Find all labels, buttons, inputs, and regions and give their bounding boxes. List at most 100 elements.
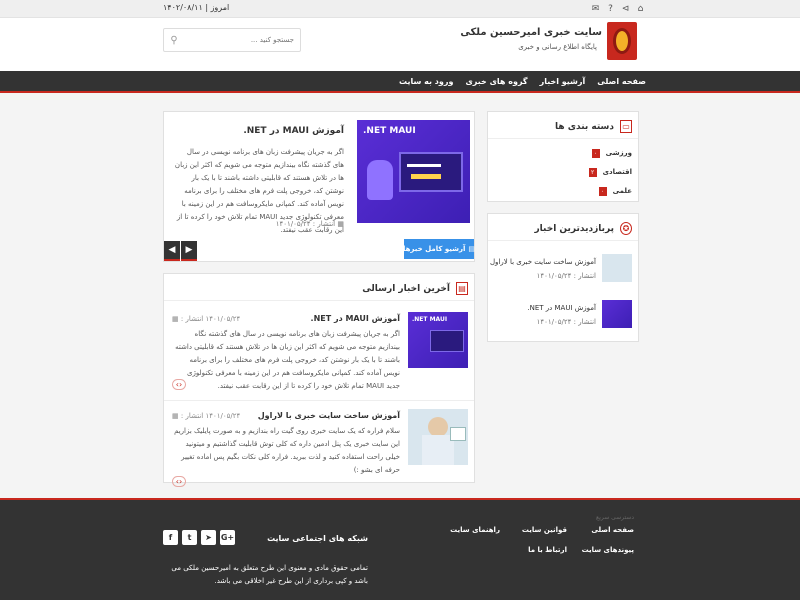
nav-archive[interactable]: آرشیو اخبار [540,77,586,86]
footer-link-home[interactable]: صفحه اصلی [591,526,634,534]
category-label: ورزشی [605,149,632,157]
calendar-icon: ▦ [337,220,344,228]
featured-news: .NET MAUI آموزش MAUI در NET. اگر به جریا… [163,111,475,262]
top-icons: ✉ ? ⊲ ⌂ [590,3,646,14]
next-arrow-icon[interactable]: ▶ [181,241,197,261]
google-plus-icon[interactable]: G+ [220,530,235,545]
copyright-text: تمامی حقوق مادی و معنوی این طرح متعلق به… [171,564,368,585]
popular-thumbnail[interactable] [602,300,632,328]
award-icon: ✪ [620,222,632,235]
category-count-badge: ۲ [588,167,597,177]
category-item-sports[interactable]: ورزشی ۰ [494,144,632,162]
top-bar: ✉ ? ⊲ ⌂ امروز | ۱۴۰۲/۰۸/۱۱ [0,0,800,18]
divider [164,300,474,301]
popular-date-value: ۱۴۰۱/۰۵/۲۴ [536,272,572,280]
home-icon[interactable]: ⌂ [635,3,646,14]
date-label: امروز [210,3,230,12]
site-title[interactable]: سایت خبری امیرحسین ملکی [460,27,602,38]
featured-date-label: انتشار : [312,220,336,228]
footer-link-guide[interactable]: راهنمای سایت [450,526,500,534]
popular-item-date: انتشار : ۱۴۰۱/۰۵/۲۴ [537,272,596,280]
news-date-label: انتشار : [180,315,204,323]
featured-image-text: .NET MAUI [363,126,416,136]
news-excerpt: اگر به جریان پیشرفت زبان های برنامه نویس… [175,330,400,390]
popular-item[interactable]: آموزش ساخت سایت خبری با لاراول انتشار : … [490,254,632,294]
featured-date-value: ۱۴۰۱/۰۵/۲۴ [275,220,311,228]
read-more-icon[interactable]: ‹› [172,379,186,390]
popular-header: ✪ پربازدیدترین اخبار [534,222,632,235]
news-thumbnail[interactable]: .NET MAUI [408,312,468,368]
popular-date-value: ۱۴۰۱/۰۵/۲۴ [536,318,572,326]
slider-arrows: ◀ ▶ [164,241,198,261]
nav-categories[interactable]: گروه های خبری [465,77,527,86]
news-excerpt: سلام فراره که یک سایت خبری روی گیت راه ب… [174,427,400,474]
facebook-icon[interactable]: f [163,530,178,545]
folder-icon: ▭ [620,120,632,133]
category-label: اقتصادی [602,168,632,176]
latest-news: ▤ آخرین اخبار ارسالی .NET MAUI آموزش MAU… [163,273,475,487]
footer-caption: دسترسی سریع [596,514,634,521]
news-date-label: انتشار : [180,412,204,420]
featured-title[interactable]: آموزش MAUI در NET. [243,126,344,136]
main-nav: صفحه اصلی آرشیو اخبار گروه های خبری ورود… [0,71,800,93]
prev-arrow-icon[interactable]: ◀ [164,241,180,261]
nav-login[interactable]: ورود به سایت [399,77,453,86]
popular-item-title[interactable]: آموزش MAUI در NET. [527,304,596,312]
date-separator: | [205,3,209,12]
archive-icon: ▤ [468,245,476,253]
nav-home[interactable]: صفحه اصلی [597,77,646,86]
search-input[interactable] [184,29,300,51]
document-icon: ▤ [456,282,468,295]
help-icon[interactable]: ? [605,3,616,14]
popular-thumbnail[interactable] [602,254,632,282]
latest-header: ▤ آخرین اخبار ارسالی [362,282,468,295]
footer-link-rules[interactable]: قوانین سایت [522,526,567,534]
news-date-value: ۱۴۰۱/۰۵/۲۴ [205,315,241,323]
site-logo[interactable] [607,22,637,60]
mail-icon[interactable]: ✉ [590,3,601,14]
featured-date: ▦ انتشار : ۱۴۰۱/۰۵/۲۴ [276,220,344,228]
site-subtitle: پایگاه اطلاع رسانی و خبری [518,43,597,51]
share-icon[interactable]: ⊲ [620,3,631,14]
popular-date-label: انتشار : [573,272,596,280]
categories-box: ▭ دسته بندی ها ورزشی ۰ اقتصادی ۲ علمی ۰ [487,111,639,202]
popular-news: ✪ پربازدیدترین اخبار آموزش ساخت سایت خبر… [487,213,639,342]
search-box: ⚲ [163,28,301,52]
categories-header: ▭ دسته بندی ها [555,120,632,133]
category-item-economy[interactable]: اقتصادی ۲ [494,163,632,181]
footer-link-partners[interactable]: پیوندهای سایت [582,546,634,554]
social-title: شبکه های اجتماعی سایت [267,534,368,543]
news-thumbnail[interactable] [408,409,468,465]
telegram-icon[interactable]: ➤ [201,530,216,545]
twitter-icon[interactable]: t [182,530,197,545]
news-title[interactable]: آموزش ساخت سایت خبری با لاراول [258,411,400,420]
news-date-value: ۱۴۰۱/۰۵/۲۴ [205,412,241,420]
featured-image[interactable]: .NET MAUI [357,120,470,223]
footer-links: صفحه اصلی قوانین سایت راهنمای سایت پیوند… [434,526,634,566]
news-date: ۱۴۰۱/۰۵/۲۴ انتشار : ▦ [172,315,240,323]
news-item: .NET MAUI آموزش MAUI در NET. ۱۴۰۱/۰۵/۲۴ … [164,304,474,400]
calendar-icon: ▦ [172,412,179,420]
latest-title: آخرین اخبار ارسالی [362,283,450,294]
popular-item-title[interactable]: آموزش ساخت سایت خبری با لاراول [490,258,596,266]
read-more-icon[interactable]: ‹› [172,476,186,487]
popular-item[interactable]: آموزش MAUI در NET. انتشار : ۱۴۰۱/۰۵/۲۴ [492,300,632,340]
news-title[interactable]: آموزش MAUI در NET. [311,314,400,323]
category-label: علمی [612,187,632,195]
search-icon[interactable]: ⚲ [164,29,184,51]
news-item: آموزش ساخت سایت خبری با لاراول ۱۴۰۱/۰۵/۲… [164,400,474,496]
category-count-badge: ۰ [598,186,607,196]
site-header: سایت خبری امیرحسین ملکی پایگاه اطلاع رسا… [0,18,800,71]
popular-item-date: انتشار : ۱۴۰۱/۰۵/۲۴ [537,318,596,326]
calendar-icon: ▦ [172,315,179,323]
robot-illustration [367,160,393,200]
archive-button-label: آرشیو کامل خبرها [402,245,466,253]
footer-link-contact[interactable]: ارتباط با ما [528,546,567,554]
social-icons: f t ➤ G+ [163,530,235,545]
archive-button[interactable]: ▤ آرشیو کامل خبرها [402,239,476,259]
site-footer: دسترسی سریع صفحه اصلی قوانین سایت راهنما… [0,498,800,600]
divider [488,138,638,139]
category-item-science[interactable]: علمی ۰ [494,182,632,200]
news-date: ۱۴۰۱/۰۵/۲۴ انتشار : ▦ [172,412,240,420]
date-value: ۱۴۰۲/۰۸/۱۱ [163,3,203,12]
